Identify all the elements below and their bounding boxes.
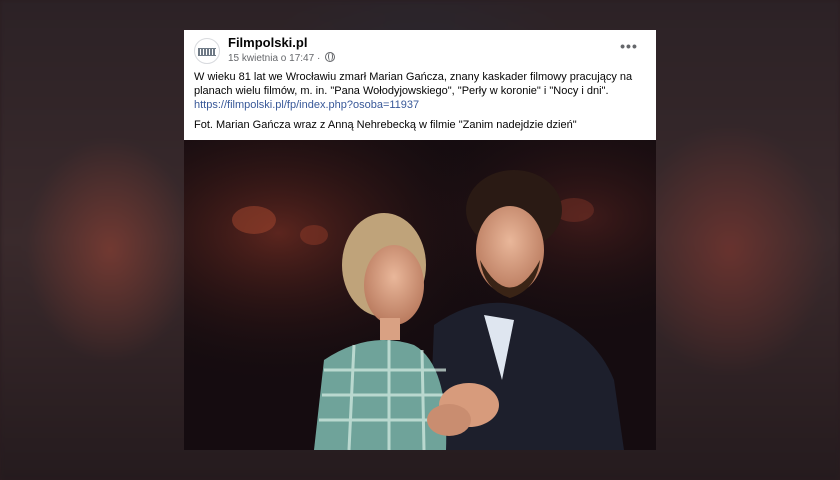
filmstrip-shape [198, 48, 216, 56]
filmpolski-link[interactable]: https://filmpolski.pl/fp/index.php?osoba… [194, 99, 419, 111]
post-timestamp[interactable]: 15 kwietnia o 17:47 [228, 53, 314, 64]
photo-caption: Fot. Marian Gańcza wraz z Anną Nehrebeck… [194, 119, 577, 131]
page-name-link[interactable]: Filmpolski.pl [228, 35, 307, 50]
facebook-post-card: Filmpolski.pl 15 kwietnia o 17:47 · ••• … [184, 30, 656, 450]
photo-illustration [184, 140, 656, 450]
post-header: Filmpolski.pl 15 kwietnia o 17:47 · ••• [184, 30, 656, 70]
meta-separator: · [316, 53, 321, 64]
post-meta: 15 kwietnia o 17:47 · [228, 52, 336, 64]
more-options-icon[interactable]: ••• [618, 39, 640, 58]
post-photo[interactable] [184, 140, 656, 450]
post-body: W wieku 81 lat we Wrocławiu zmarł Marian… [194, 70, 654, 138]
post-message: W wieku 81 lat we Wrocławiu zmarł Marian… [194, 71, 633, 97]
post-paragraph: W wieku 81 lat we Wrocławiu zmarł Marian… [194, 70, 654, 112]
filmstrip-logo-icon[interactable] [194, 38, 220, 64]
globe-icon [325, 52, 336, 62]
